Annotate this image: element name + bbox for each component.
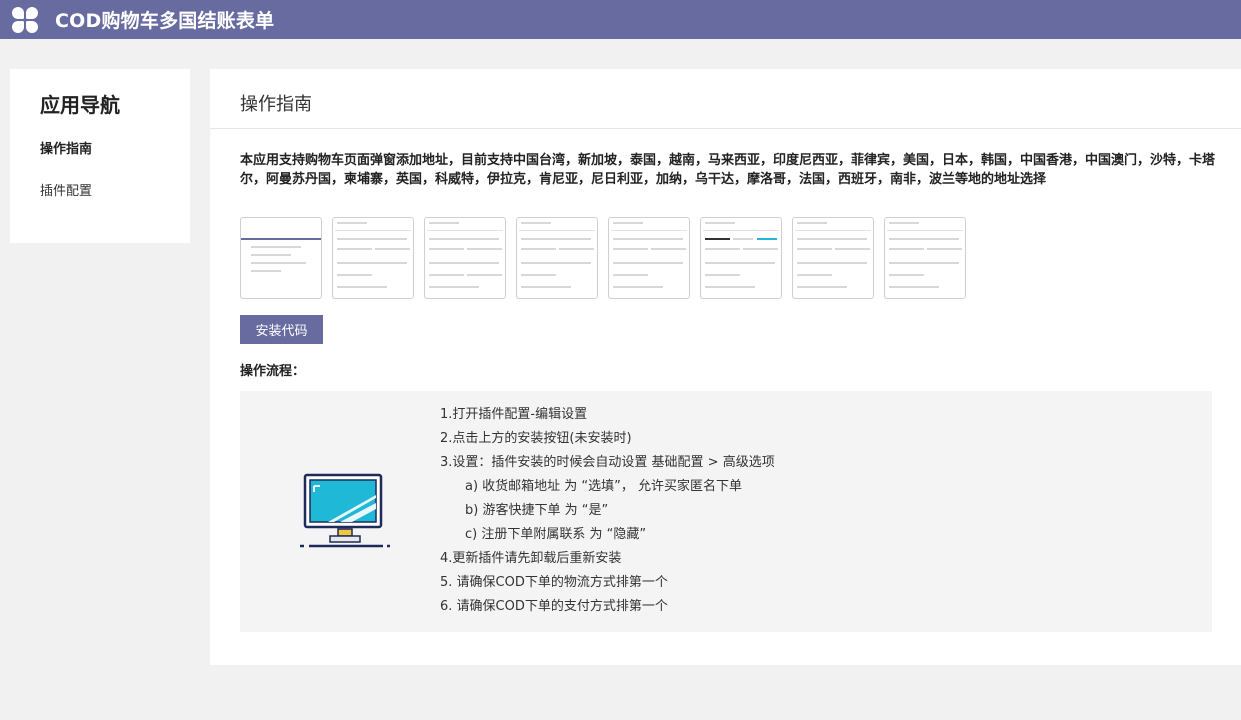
screenshot-gallery (210, 217, 1241, 299)
screenshot-thumbnail[interactable] (516, 217, 598, 299)
app-title: COD购物车多国结账表单 (55, 10, 275, 32)
sidebar-item-plugin-config[interactable]: 插件配置 (40, 182, 190, 224)
screenshot-thumbnail[interactable] (332, 217, 414, 299)
monitor-icon (300, 473, 390, 548)
flow-steps-panel: 1.打开插件配置-编辑设置 2.点击上方的安装按钮(未安装时) 3.设置：插件安… (240, 391, 1212, 632)
screenshot-thumbnail[interactable] (792, 217, 874, 299)
steps-list: 1.打开插件配置-编辑设置 2.点击上方的安装按钮(未安装时) 3.设置：插件安… (440, 405, 775, 621)
page-title: 操作指南 (210, 69, 1241, 129)
flow-label: 操作流程： (240, 364, 306, 379)
app-header: COD购物车多国结账表单 (0, 0, 1241, 39)
step-sub-item: c) 注册下单附属联系 为 “隐藏” (465, 527, 647, 542)
step-item: 6. 请确保COD下单的支付方式排第一个 (440, 599, 668, 614)
install-code-button[interactable]: 安装代码 (240, 315, 323, 344)
description-text: 本应用支持购物车页面弹窗添加地址，目前支持中国台湾，新加坡，泰国，越南，马来西亚… (240, 153, 1216, 187)
step-item: 2.点击上方的安装按钮(未安装时) (440, 431, 632, 446)
app-navigation: 应用导航 操作指南 插件配置 (10, 69, 190, 243)
clover-logo-icon (12, 6, 38, 33)
sidebar-title: 应用导航 (40, 93, 120, 117)
step-sub-item: a) 收货邮箱地址 为 “选填”， 允许买家匿名下单 (465, 479, 743, 494)
main-panel: 操作指南 本应用支持购物车页面弹窗添加地址，目前支持中国台湾，新加坡，泰国，越南… (210, 69, 1241, 665)
step-item: 1.打开插件配置-编辑设置 (440, 407, 588, 422)
step-sub-item: b) 游客快捷下单 为 “是” (465, 503, 609, 518)
screenshot-thumbnail[interactable] (424, 217, 506, 299)
step-item: 3.设置：插件安装的时候会自动设置 基础配置 > 高级选项 (440, 455, 775, 470)
sidebar-item-guide[interactable]: 操作指南 (40, 140, 190, 182)
step-item: 4.更新插件请先卸载后重新安装 (440, 551, 622, 566)
step-item: 5. 请确保COD下单的物流方式排第一个 (440, 575, 668, 590)
screenshot-thumbnail[interactable] (608, 217, 690, 299)
screenshot-thumbnail[interactable] (700, 217, 782, 299)
screenshot-thumbnail[interactable] (884, 217, 966, 299)
screenshot-thumbnail[interactable] (240, 217, 322, 299)
